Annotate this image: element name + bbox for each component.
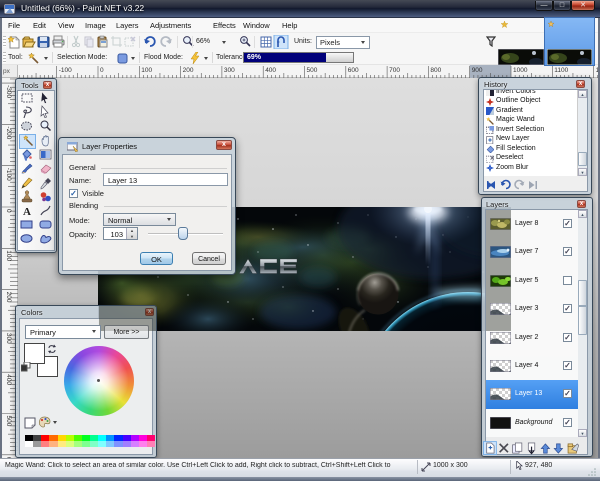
svg-text:300: 300 — [5, 333, 12, 344]
svg-text:A: A — [23, 206, 31, 218]
svg-text:900: 900 — [472, 67, 483, 74]
svg-text:0: 0 — [100, 67, 104, 74]
svg-text:100: 100 — [141, 67, 152, 74]
svg-text:800: 800 — [430, 67, 441, 74]
svg-text:700: 700 — [389, 67, 400, 74]
svg-text:400: 400 — [265, 67, 276, 74]
svg-text:500: 500 — [5, 416, 12, 427]
svg-text:300: 300 — [224, 67, 235, 74]
svg-text:400: 400 — [5, 374, 12, 385]
svg-text:200: 200 — [5, 292, 12, 303]
svg-text:100: 100 — [5, 250, 12, 261]
svg-text:-100: -100 — [59, 67, 72, 74]
svg-text:1000: 1000 — [513, 67, 528, 74]
svg-text:500: 500 — [307, 67, 318, 74]
svg-text:1100: 1100 — [554, 67, 568, 74]
svg-text:600: 600 — [348, 67, 359, 74]
svg-text:200: 200 — [183, 67, 194, 74]
